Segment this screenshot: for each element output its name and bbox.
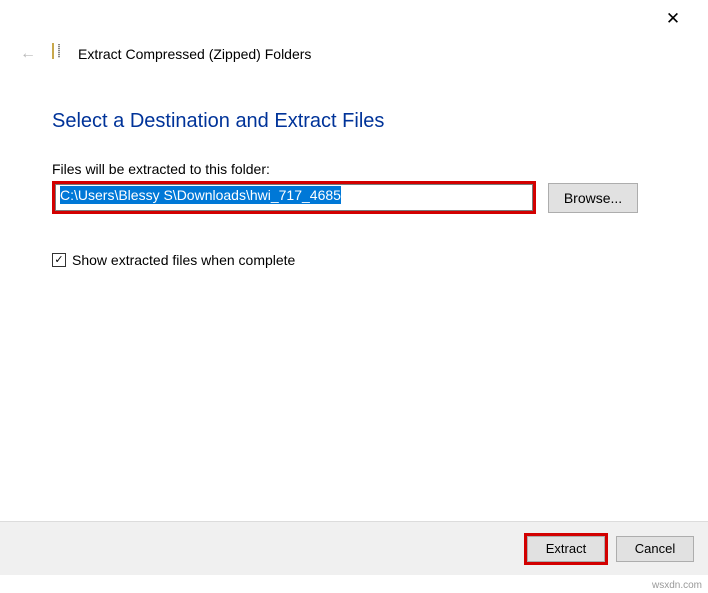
destination-row: C:\Users\Blessy S\Downloads\hwi_717_4685… — [52, 181, 656, 214]
extract-button-highlight: Extract — [524, 533, 608, 565]
extract-button[interactable]: Extract — [527, 536, 605, 562]
close-icon: ✕ — [666, 9, 680, 29]
show-files-row: ✓ Show extracted files when complete — [52, 252, 656, 268]
show-files-label: Show extracted files when complete — [72, 252, 295, 268]
check-icon: ✓ — [54, 255, 63, 266]
zip-folder-icon — [52, 44, 68, 64]
destination-input[interactable]: C:\Users\Blessy S\Downloads\hwi_717_4685 — [55, 184, 533, 211]
page-heading: Select a Destination and Extract Files — [52, 110, 656, 133]
wizard-header: ← Extract Compressed (Zipped) Folders — [0, 38, 708, 82]
close-button[interactable]: ✕ — [650, 3, 696, 35]
browse-button[interactable]: Browse... — [548, 183, 638, 213]
watermark: wsxdn.com — [652, 580, 702, 591]
content-area: Select a Destination and Extract Files F… — [0, 110, 708, 268]
cancel-button[interactable]: Cancel — [616, 536, 694, 562]
wizard-title: Extract Compressed (Zipped) Folders — [78, 46, 311, 62]
footer-bar: Extract Cancel — [0, 521, 708, 575]
destination-input-value: C:\Users\Blessy S\Downloads\hwi_717_4685 — [60, 186, 341, 204]
show-files-checkbox[interactable]: ✓ — [52, 253, 66, 267]
titlebar: ✕ — [0, 0, 708, 38]
back-arrow-icon: ← — [14, 45, 42, 63]
destination-input-highlight: C:\Users\Blessy S\Downloads\hwi_717_4685 — [52, 181, 536, 214]
destination-label: Files will be extracted to this folder: — [52, 161, 656, 177]
